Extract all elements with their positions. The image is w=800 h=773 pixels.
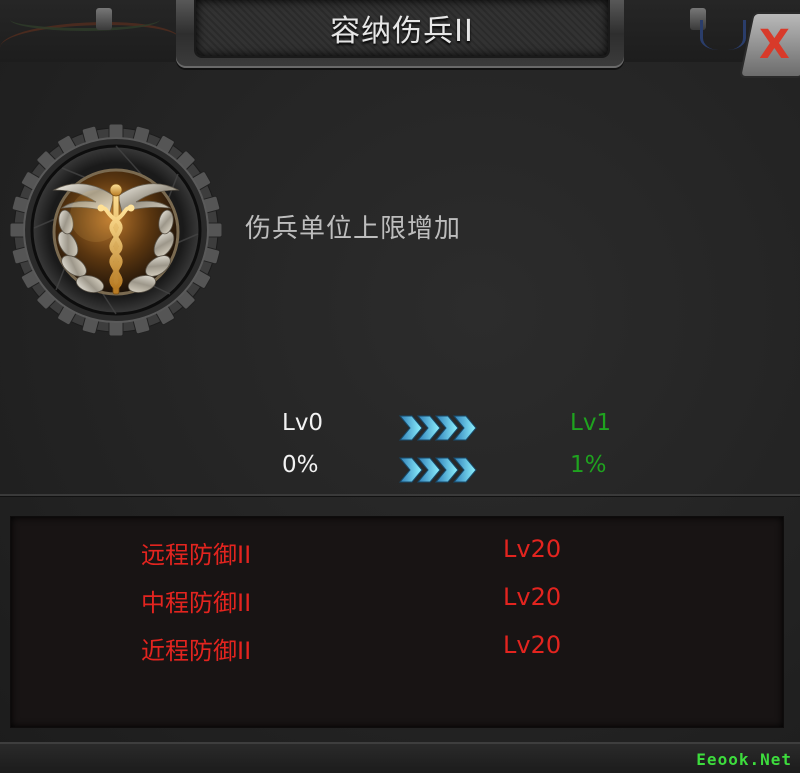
title-inner: 容纳伤兵II [194, 0, 610, 58]
bottom-frame [0, 742, 800, 773]
upgrade-row-level: Lv0 Lv1 [0, 410, 800, 444]
decorative-cable [700, 20, 746, 50]
requirement-level: Lv20 [503, 631, 562, 659]
current-percent: 0% [282, 452, 319, 478]
title-plate: 容纳伤兵II [176, 0, 624, 68]
skill-description: 伤兵单位上限增加 [245, 214, 462, 244]
requirement-level: Lv20 [503, 535, 562, 563]
caduceus-medical-badge-icon [10, 124, 222, 336]
skill-detail-dialog: 容纳伤兵II X 伤兵单位上限增加 Lv0 Lv1 0% 1% 远程防御II L… [0, 0, 800, 773]
divider [0, 494, 800, 496]
requirement-row: 远程防御II Lv20 [11, 535, 783, 575]
requirement-row: 近程防御II Lv20 [11, 631, 783, 671]
dialog-title: 容纳伤兵II [330, 14, 474, 49]
requirement-name: 中程防御II [141, 589, 252, 617]
requirement-name: 远程防御II [141, 541, 252, 569]
upgrade-row-percent: 0% 1% [0, 452, 800, 486]
current-level: Lv0 [282, 410, 324, 436]
decorative-cable [10, 8, 160, 31]
next-percent: 1% [570, 452, 607, 478]
decorative-clamp [96, 8, 112, 30]
upgrade-arrow-icon [398, 415, 477, 441]
requirement-name: 近程防御II [141, 637, 252, 665]
requirement-row: 中程防御II Lv20 [11, 583, 783, 623]
requirements-box: 远程防御II Lv20 中程防御II Lv20 近程防御II Lv20 [10, 516, 784, 728]
next-level: Lv1 [570, 410, 612, 436]
close-icon: X [758, 22, 790, 68]
upgrade-arrow-icon [398, 457, 477, 483]
requirement-level: Lv20 [503, 583, 562, 611]
watermark: Eeook.Net [696, 750, 792, 769]
